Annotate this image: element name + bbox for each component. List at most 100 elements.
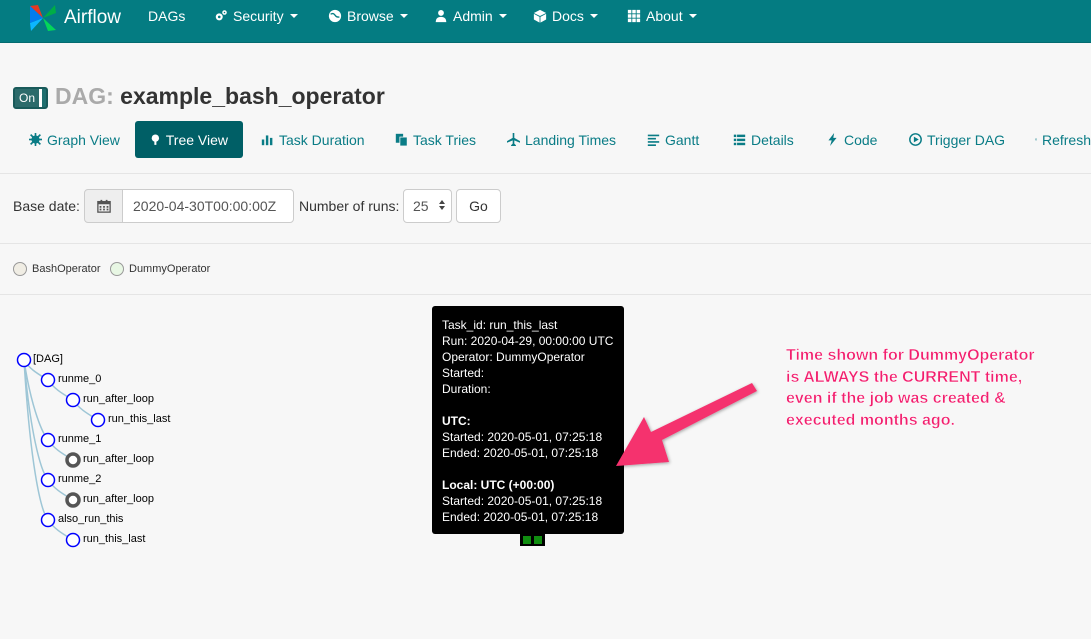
nav-label: Browse [347,8,394,24]
tree-node[interactable] [90,412,106,428]
tooltip-run: Run: 2020-04-29, 00:00:00 UTC [442,334,614,348]
legend-label: BashOperator [32,263,101,275]
nav-label: Admin [453,8,493,24]
nav-dags[interactable]: DAGs [148,8,185,24]
tab-label: Code [844,131,878,148]
tree-node-label[interactable]: runme_0 [58,373,101,385]
tree-node-collapsed[interactable] [65,452,81,468]
globe-icon [328,9,342,23]
tree-node[interactable] [65,532,81,548]
tooltip-operator: Operator: DummyOperator [442,350,585,364]
nav-label: DAGs [148,8,186,24]
legend-bash-operator: BashOperator [13,262,100,276]
tree-node[interactable] [40,432,56,448]
nav-about[interactable]: About [627,8,697,24]
legend-swatch [13,262,27,276]
tree-node-label[interactable]: run_after_loop [83,493,154,505]
chevron-down-icon [589,14,598,18]
tab-gantt[interactable]: Gantt [647,121,699,158]
nav-label: About [646,8,683,24]
task-instance-cells [520,534,545,546]
tab-refresh[interactable]: Refresh [1035,121,1091,158]
flash-icon [828,133,837,146]
divider [0,243,1091,244]
chevron-down-icon [289,14,298,18]
dag-prefix: DAG: [55,83,114,109]
chevron-down-icon [688,14,697,18]
tooltip-local-started: Started: 2020-05-01, 07:25:18 [442,494,603,508]
tree-node-label[interactable]: run_this_last [83,533,145,545]
refresh-icon [1035,138,1037,141]
annotation-line: Time shown for DummyOperator [786,347,1035,364]
tree-node-collapsed[interactable] [65,492,81,508]
base-date-label: Base date: [13,198,80,214]
tab-task-tries[interactable]: Task Tries [395,121,476,158]
tree-node-label[interactable]: runme_1 [58,433,101,445]
tab-label: Details [751,131,794,148]
tab-graph-view[interactable]: Graph View [29,121,120,158]
task-instance-tooltip: Task_id: run_this_last Run: 2020-04-29, … [432,306,624,534]
nav-label: Docs [552,8,584,24]
nav-security[interactable]: Security [214,8,298,24]
tooltip-duration: Duration: [442,382,491,396]
airflow-logo-icon [30,5,56,31]
task-instance-cell-success[interactable] [533,536,542,544]
num-runs-label: Number of runs: [299,198,400,214]
task-instance-cell-success[interactable] [523,536,532,544]
tree-node-label[interactable]: also_run_this [58,513,123,525]
annotation-line: even if the job was created & [786,390,1006,407]
tooltip-local-heading: Local: UTC (+00:00) [442,478,555,492]
num-runs-select[interactable]: 25 [403,189,452,223]
tab-label: Gantt [665,131,700,148]
go-button[interactable]: Go [456,189,501,223]
annotation-line: executed months ago. [786,411,955,429]
nav-browse[interactable]: Browse [328,8,408,24]
tooltip-started: Started: [442,366,485,380]
grid-icon [627,9,641,23]
tree-node-label[interactable]: run_this_last [108,413,170,425]
brand-name: Airflow [64,7,122,28]
tree-icon [151,134,160,145]
tooltip-utc-started: Started: 2020-05-01, 07:25:18 [442,430,603,444]
divider [0,294,1091,295]
tree-node[interactable] [16,352,32,368]
tab-details[interactable]: Details [733,121,794,158]
tree-node[interactable] [40,372,56,388]
tree-node[interactable] [40,512,56,528]
legend-label: DummyOperator [129,263,211,275]
base-date-input[interactable] [122,189,294,223]
tab-label: Task Duration [279,131,365,148]
calendar-button[interactable] [84,189,123,223]
tree-view: [DAG] runme_0 run_after_loop run_this_la… [0,300,440,560]
tree-node-label[interactable]: runme_2 [58,473,101,485]
chevron-down-icon [498,14,507,18]
duplicate-icon [395,133,408,146]
tab-trigger-dag[interactable]: Trigger DAG [909,121,1005,158]
tooltip-task-id: Task_id: run_this_last [442,318,558,332]
tab-task-duration[interactable]: Task Duration [261,121,365,158]
nav-admin[interactable]: Admin [434,8,507,24]
tab-landing-times[interactable]: Landing Times [507,121,616,158]
cogs-icon [215,10,227,21]
tree-node-label[interactable]: run_after_loop [83,393,154,405]
dag-pause-toggle[interactable]: On [13,87,48,109]
legend-swatch [110,262,124,276]
tree-node[interactable] [40,472,56,488]
nav-docs[interactable]: Docs [533,8,598,24]
tab-tree-view[interactable]: Tree View [135,121,243,158]
calendar-icon [96,199,111,213]
align-left-icon [647,134,660,146]
tree-node-label[interactable]: [DAG] [33,353,63,365]
dag-name: example_bash_operator [120,83,385,109]
tree-node[interactable] [65,392,81,408]
tree-node-label[interactable]: run_after_loop [83,453,154,465]
cube-icon [533,9,547,23]
legend-dummy-operator: DummyOperator [110,262,210,276]
num-runs-value: 25 [413,198,429,214]
play-circle-icon [909,133,922,146]
airflow-brand[interactable]: Airflow [28,0,121,36]
user-icon [435,10,447,23]
tab-code[interactable]: Code [826,121,877,158]
page-title: DAG: example_bash_operator [55,83,385,110]
annotation-line: is ALWAYS the CURRENT time, [786,368,1023,386]
